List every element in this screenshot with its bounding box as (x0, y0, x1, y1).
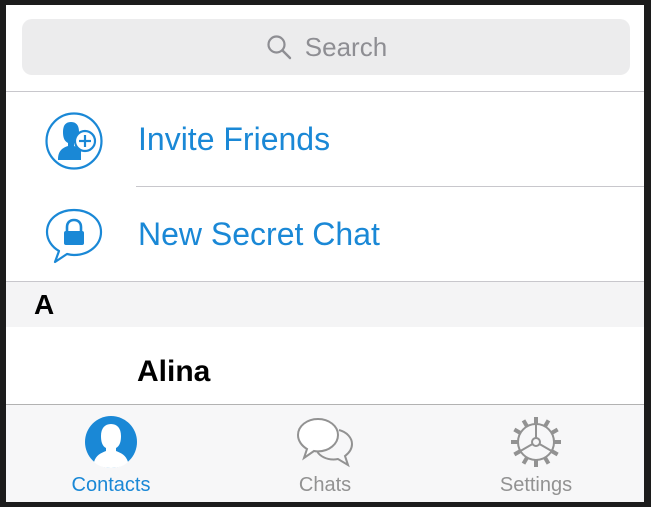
invite-friends-label: Invite Friends (138, 121, 331, 157)
contacts-screen: Search Invite Friends New Secret Chat A … (6, 5, 644, 502)
lock-chat-icon (45, 208, 103, 264)
tab-settings[interactable]: Settings (456, 405, 616, 502)
tab-contacts[interactable]: Contacts (31, 405, 191, 502)
tab-chats-label: Chats (298, 474, 352, 496)
search-input[interactable]: Search (22, 19, 630, 75)
settings-gear-icon (511, 417, 561, 467)
search-container: Search (6, 5, 644, 92)
tab-settings-label: Settings (499, 474, 573, 496)
chats-icon (296, 417, 354, 468)
tab-bar: Contacts Chats Settings (6, 404, 644, 502)
new-secret-chat-row[interactable]: New Secret Chat (6, 187, 644, 282)
new-secret-chat-label: New Secret Chat (138, 216, 380, 252)
invite-friends-row[interactable]: Invite Friends (6, 92, 644, 187)
add-contact-icon (45, 112, 103, 170)
search-placeholder: Search (304, 31, 388, 62)
contact-name: Alina (137, 355, 211, 388)
tab-chats[interactable]: Chats (245, 405, 405, 502)
section-header: A (6, 281, 644, 327)
section-letter: A (34, 289, 55, 320)
tab-contacts-label: Contacts (71, 474, 151, 496)
contact-row[interactable]: Alina (6, 327, 644, 405)
search-icon (267, 35, 291, 60)
contacts-icon (85, 416, 137, 468)
